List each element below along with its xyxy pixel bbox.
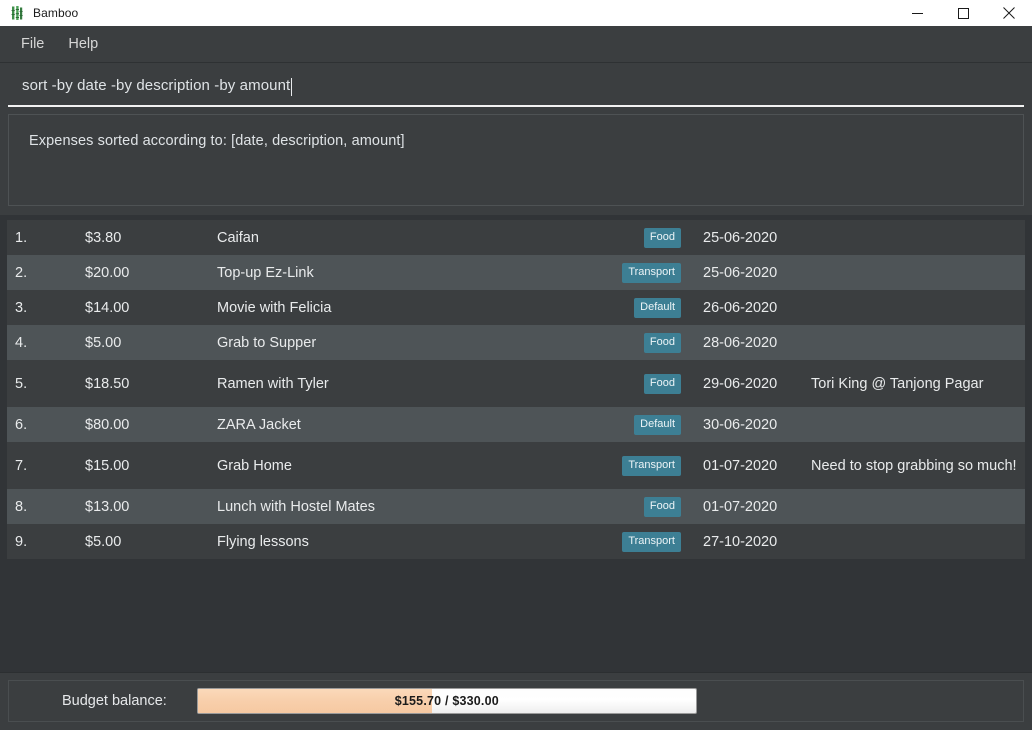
table-row[interactable]: 1.$3.80Caifan Food 25-06-2020 [7,220,1025,255]
close-button[interactable] [986,0,1032,26]
expense-description: Lunch with Hostel Mates [217,499,589,515]
expense-tag: Food [644,333,681,353]
expense-tag: Food [644,228,681,248]
command-input-underline [8,105,1024,107]
result-message: Expenses sorted according to: [date, des… [29,133,1003,149]
expense-date: 28-06-2020 [689,335,811,351]
expense-index: 2. [7,265,85,281]
table-row[interactable]: 8.$13.00Lunch with Hostel Mates Food 01-07… [7,489,1025,524]
budget-panel: Budget balance: $155.70 / $330.00 [8,680,1024,722]
expense-index: 7. [7,458,85,474]
table-row[interactable]: 5.$18.50Ramen with Tyler Food 29-06-2020To… [7,360,1025,407]
result-display-box: Expenses sorted according to: [date, des… [8,114,1024,206]
expense-index: 8. [7,499,85,515]
expense-tag: Food [644,497,681,517]
expense-amount: $14.00 [85,300,217,316]
app-window: Bamboo File Help sort -by date -by descr… [0,0,1032,730]
table-row[interactable]: 7.$15.00Grab Home Transport 01-07-2020Need… [7,442,1025,489]
expense-index: 9. [7,534,85,550]
menu-item-file[interactable]: File [12,32,53,56]
expense-amount: $5.00 [85,534,217,550]
expense-tag-cell: Food [589,497,689,517]
table-row[interactable]: 9.$5.00Flying lessons Transport 27-10-2020 [7,524,1025,559]
footer-bar: Budget balance: $155.70 / $330.00 [0,672,1032,730]
expense-tag-cell: Transport [589,263,689,283]
expense-index: 6. [7,417,85,433]
expense-description: Flying lessons [217,534,589,550]
expense-description: Ramen with Tyler [217,376,589,392]
expense-note: Need to stop grabbing so much! [811,456,1025,476]
expense-date: 01-07-2020 [689,458,811,474]
command-input-area: sort -by date -by description -by amount [0,63,1032,107]
expense-tag-cell: Transport [589,456,689,476]
expense-amount: $13.00 [85,499,217,515]
window-controls [894,0,1032,26]
expense-description: ZARA Jacket [217,417,589,433]
expense-date: 30-06-2020 [689,417,811,433]
expense-tag-cell: Food [589,333,689,353]
expense-tag: Default [634,415,681,435]
bamboo-icon [9,5,25,21]
budget-progress-bar: $155.70 / $330.00 [197,688,697,714]
command-input-value: sort -by date -by description -by amount [8,77,290,94]
expense-list[interactable]: 1.$3.80CaifanFood25-06-20202.$20.00Top-u… [0,215,1032,672]
expense-index: 4. [7,335,85,351]
expense-date: 29-06-2020 [689,376,811,392]
expense-date: 01-07-2020 [689,499,811,515]
expense-index: 5. [7,376,85,392]
maximize-button[interactable] [940,0,986,26]
budget-balance-label: Budget balance: [62,693,167,709]
expense-amount: $15.00 [85,458,217,474]
expense-index: 3. [7,300,85,316]
result-display-area: Expenses sorted according to: [date, des… [0,107,1032,215]
expense-tag: Default [634,298,681,318]
budget-progress-text: $155.70 / $330.00 [198,689,696,713]
expense-amount: $5.00 [85,335,217,351]
expense-amount: $80.00 [85,417,217,433]
table-row[interactable]: 4.$5.00Grab to Supper Food 28-06-2020 [7,325,1025,360]
command-input[interactable]: sort -by date -by description -by amount [8,64,1024,106]
expense-description: Caifan [217,230,589,246]
minimize-button[interactable] [894,0,940,26]
expense-amount: $3.80 [85,230,217,246]
expense-date: 25-06-2020 [689,230,811,246]
table-row[interactable]: 3.$14.00Movie with Felicia Default 26-06-2… [7,290,1025,325]
menu-bar: File Help [0,26,1032,63]
table-row[interactable]: 6.$80.00ZARA Jacket Default 30-06-2020 [7,407,1025,442]
expense-amount: $18.50 [85,376,217,392]
expense-description: Grab to Supper [217,335,589,351]
title-bar-left: Bamboo [0,5,78,21]
menu-item-help[interactable]: Help [59,32,107,56]
expense-tag: Food [644,374,681,394]
expense-tag: Transport [622,263,681,283]
expense-description: Movie with Felicia [217,300,589,316]
expense-amount: $20.00 [85,265,217,281]
expense-tag-cell: Transport [589,532,689,552]
expense-tag-cell: Food [589,374,689,394]
expense-description: Top-up Ez-Link [217,265,589,281]
expense-note: Tori King @ Tanjong Pagar [811,374,1025,394]
text-cursor [291,78,292,96]
expense-tag: Transport [622,532,681,552]
table-row[interactable]: 2.$20.00Top-up Ez-Link Transport 25-06-202… [7,255,1025,290]
window-title: Bamboo [33,6,78,20]
expense-index: 1. [7,230,85,246]
expense-tag-cell: Default [589,415,689,435]
expense-tag-cell: Default [589,298,689,318]
expense-description: Grab Home [217,458,589,474]
expense-date: 25-06-2020 [689,265,811,281]
expense-tag: Transport [622,456,681,476]
expense-date: 26-06-2020 [689,300,811,316]
expense-date: 27-10-2020 [689,534,811,550]
title-bar: Bamboo [0,0,1032,26]
expense-tag-cell: Food [589,228,689,248]
